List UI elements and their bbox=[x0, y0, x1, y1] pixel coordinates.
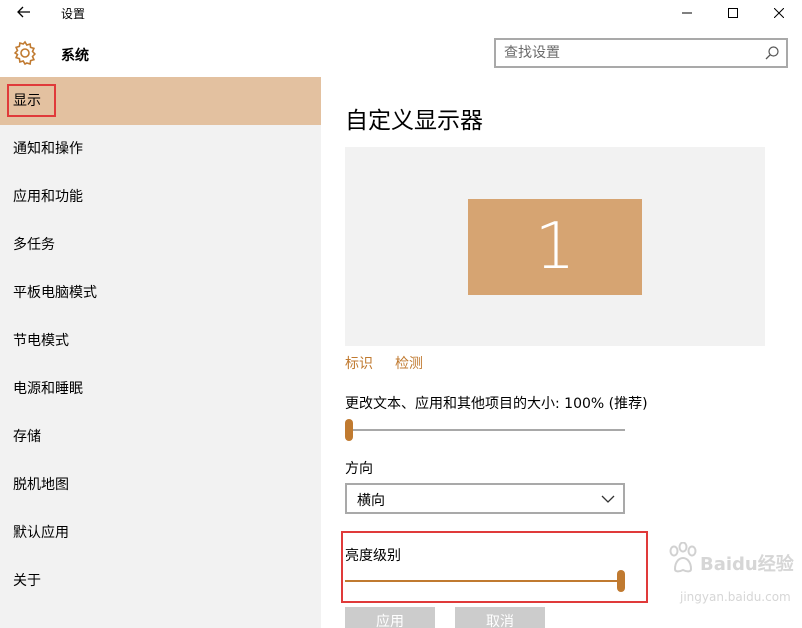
apply-button[interactable]: 应用 bbox=[345, 607, 435, 628]
sidebar-item-default-apps[interactable]: 默认应用 bbox=[0, 509, 321, 557]
sidebar-item-power-sleep[interactable]: 电源和睡眠 bbox=[0, 365, 321, 413]
search-icon[interactable] bbox=[764, 45, 780, 61]
sidebar-item-storage[interactable]: 存储 bbox=[0, 413, 321, 461]
watermark-text: Baidu经验 bbox=[700, 554, 794, 575]
sidebar-item-label: 存储 bbox=[13, 429, 41, 445]
sidebar-item-label: 电源和睡眠 bbox=[13, 381, 83, 397]
cancel-button[interactable]: 取消 bbox=[455, 607, 545, 628]
sidebar-item-battery-saver[interactable]: 节电模式 bbox=[0, 317, 321, 365]
title-bar: 设置 bbox=[0, 0, 802, 26]
sidebar-item-tablet-mode[interactable]: 平板电脑模式 bbox=[0, 269, 321, 317]
chevron-down-icon bbox=[601, 495, 615, 503]
minimize-button[interactable] bbox=[664, 0, 710, 26]
scale-slider-track[interactable] bbox=[345, 429, 625, 431]
search-box[interactable] bbox=[494, 38, 788, 68]
sidebar-item-label: 关于 bbox=[13, 573, 41, 589]
back-arrow-icon bbox=[17, 6, 30, 18]
sidebar-item-label: 应用和功能 bbox=[13, 189, 83, 205]
window-title: 设置 bbox=[61, 7, 86, 21]
close-icon bbox=[774, 8, 784, 18]
detect-link[interactable]: 检测 bbox=[395, 353, 423, 373]
baidu-paw-icon bbox=[669, 542, 697, 573]
baidu-watermark: Baidu经验 jingyan.baidu.com bbox=[666, 540, 796, 610]
brightness-slider-thumb[interactable] bbox=[617, 570, 625, 592]
sidebar-item-label: 显示 bbox=[13, 93, 41, 109]
orientation-label: 方向 bbox=[345, 461, 373, 477]
orientation-select[interactable]: 横向 bbox=[345, 483, 625, 514]
sidebar-item-offline-maps[interactable]: 脱机地图 bbox=[0, 461, 321, 509]
sidebar-item-apps-features[interactable]: 应用和功能 bbox=[0, 173, 321, 221]
brightness-label: 亮度级别 bbox=[345, 548, 401, 564]
search-input[interactable] bbox=[504, 44, 754, 62]
back-button[interactable] bbox=[12, 2, 36, 22]
sidebar-item-about[interactable]: 关于 bbox=[0, 557, 321, 605]
maximize-icon bbox=[728, 8, 738, 18]
maximize-button[interactable] bbox=[710, 0, 756, 26]
section-title: 系统 bbox=[61, 48, 89, 64]
page-title: 自定义显示器 bbox=[345, 108, 483, 134]
sidebar-item-notifications[interactable]: 通知和操作 bbox=[0, 125, 321, 173]
orientation-value: 横向 bbox=[357, 493, 385, 509]
sidebar-item-label: 平板电脑模式 bbox=[13, 285, 97, 301]
sidebar-item-label: 脱机地图 bbox=[13, 477, 69, 493]
gear-icon bbox=[13, 40, 37, 66]
sidebar-item-label: 默认应用 bbox=[13, 525, 69, 541]
brightness-slider-track[interactable] bbox=[345, 580, 625, 582]
monitor-tile[interactable]: 1 bbox=[468, 199, 642, 295]
sidebar-item-label: 多任务 bbox=[13, 237, 55, 253]
sidebar-item-label: 节电模式 bbox=[13, 333, 69, 349]
sidebar-item-label: 通知和操作 bbox=[13, 141, 83, 157]
close-button[interactable] bbox=[756, 0, 802, 26]
scale-slider-thumb[interactable] bbox=[345, 419, 353, 441]
identify-link[interactable]: 标识 bbox=[345, 353, 373, 373]
sidebar-item-display[interactable]: 显示 bbox=[0, 77, 321, 125]
watermark-url: jingyan.baidu.com bbox=[680, 590, 791, 604]
monitor-number: 1 bbox=[534, 210, 576, 284]
minimize-icon bbox=[682, 12, 692, 14]
scale-label: 更改文本、应用和其他项目的大小: 100% (推荐) bbox=[345, 396, 648, 412]
sidebar-item-multitasking[interactable]: 多任务 bbox=[0, 221, 321, 269]
